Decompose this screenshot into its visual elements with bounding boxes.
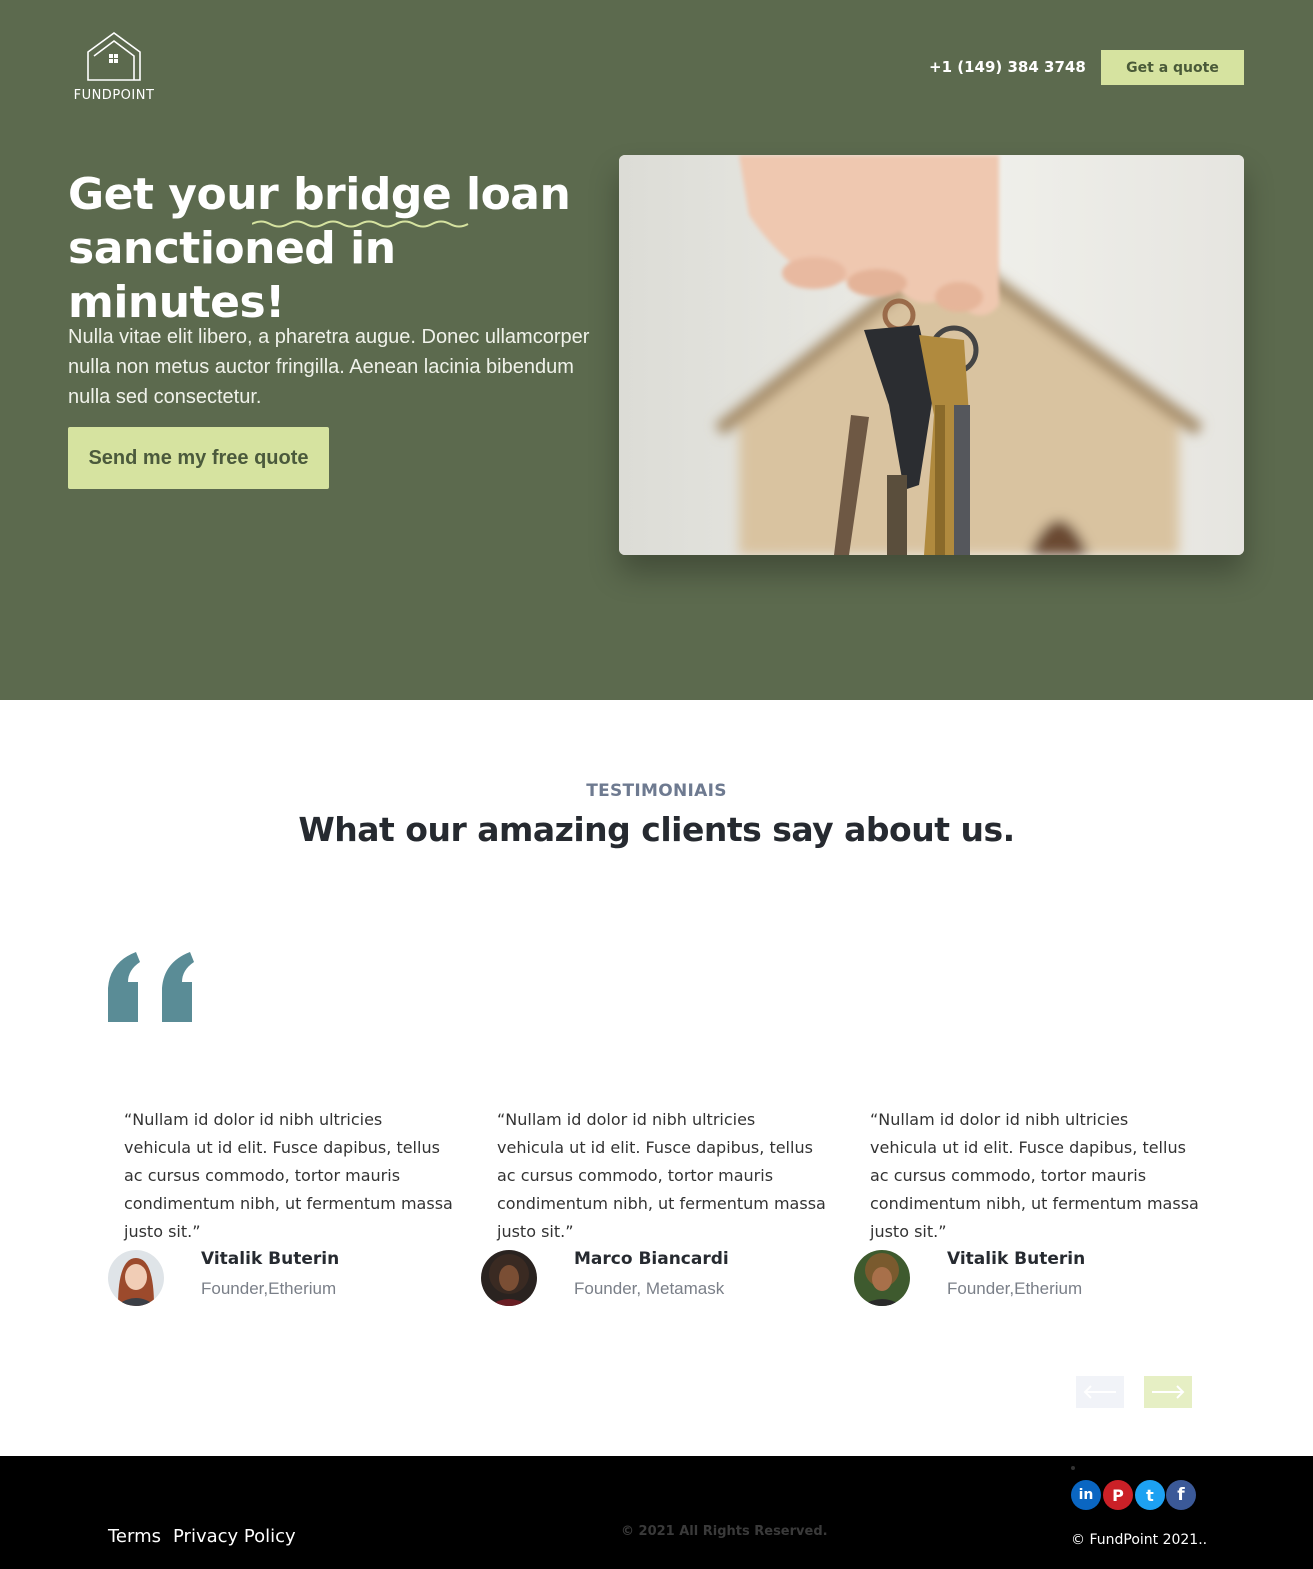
avatar xyxy=(108,1250,164,1306)
house-logo-icon xyxy=(87,32,141,81)
testimonial-quote: “Nullam id dolor id nibh ultricies vehic… xyxy=(497,1110,826,1241)
get-quote-button[interactable]: Get a quote xyxy=(1101,50,1244,85)
all-rights-reserved: © 2021 All Rights Reserved. xyxy=(621,1524,828,1539)
author-name: Vitalik Buterin xyxy=(947,1249,1086,1269)
copyright: © FundPoint 2021.. xyxy=(1071,1532,1208,1548)
testimonial-quote: “Nullam id dolor id nibh ultricies vehic… xyxy=(870,1110,1199,1241)
terms-link[interactable]: Terms xyxy=(108,1526,161,1547)
facebook-icon[interactable]: f xyxy=(1166,1480,1196,1510)
avatar-woman-curly-icon xyxy=(481,1250,537,1306)
privacy-policy-link[interactable]: Privacy Policy xyxy=(173,1526,296,1547)
footer xyxy=(0,1456,1313,1569)
hero-description: Nulla vitae elit libero, a pharetra augu… xyxy=(68,326,590,408)
author-name: Marco Biancardi xyxy=(574,1249,729,1269)
twitter-icon[interactable]: t xyxy=(1135,1480,1165,1510)
hero-title-prefix: Get your xyxy=(68,169,294,220)
phone-number[interactable]: +1 (149) 384 3748 xyxy=(929,58,1086,76)
quote-mark-icon xyxy=(108,952,194,1022)
author-name: Vitalik Buterin xyxy=(201,1249,340,1269)
hero-title: Get your bridge loan sanctioned in minute… xyxy=(68,168,608,330)
arrow-right-icon xyxy=(1152,1385,1185,1399)
avatar xyxy=(854,1250,910,1306)
author-role: Founder, Metamask xyxy=(574,1279,725,1298)
hero-title-highlight: bridge loan xyxy=(293,169,571,220)
next-testimonial-button[interactable] xyxy=(1144,1376,1192,1408)
hero-image xyxy=(619,155,1244,555)
author-role: Founder,Etherium xyxy=(947,1279,1083,1298)
testimonials-title: What our amazing clients say about us. xyxy=(298,810,1015,849)
linkedin-icon[interactable]: in xyxy=(1071,1480,1101,1510)
previous-testimonial-button[interactable] xyxy=(1076,1376,1124,1408)
avatar-man-curly-icon xyxy=(854,1250,910,1306)
pinterest-icon[interactable]: P xyxy=(1103,1480,1133,1510)
send-free-quote-button[interactable]: Send me my free quote xyxy=(68,427,329,489)
author-role: Founder,Etherium xyxy=(201,1279,337,1298)
testimonial-quote: “Nullam id dolor id nibh ultricies vehic… xyxy=(124,1110,453,1241)
house-keys-photo-icon xyxy=(619,155,1244,555)
hero-section: FUNDPOINT +1 (149) 384 3748 Get a quote … xyxy=(0,0,1313,700)
logo-text: FUNDPOINT xyxy=(73,88,155,103)
avatar xyxy=(481,1250,537,1306)
testimonials-eyebrow: TESTIMONIAIS xyxy=(586,781,727,801)
avatar-woman-icon xyxy=(108,1250,164,1306)
arrow-left-icon xyxy=(1083,1385,1116,1399)
footer-dot xyxy=(1071,1466,1075,1470)
underline-squiggle-icon xyxy=(252,220,469,228)
hero-title-line2: sanctioned in minutes! xyxy=(68,223,396,328)
logo[interactable]: FUNDPOINT xyxy=(68,30,160,104)
